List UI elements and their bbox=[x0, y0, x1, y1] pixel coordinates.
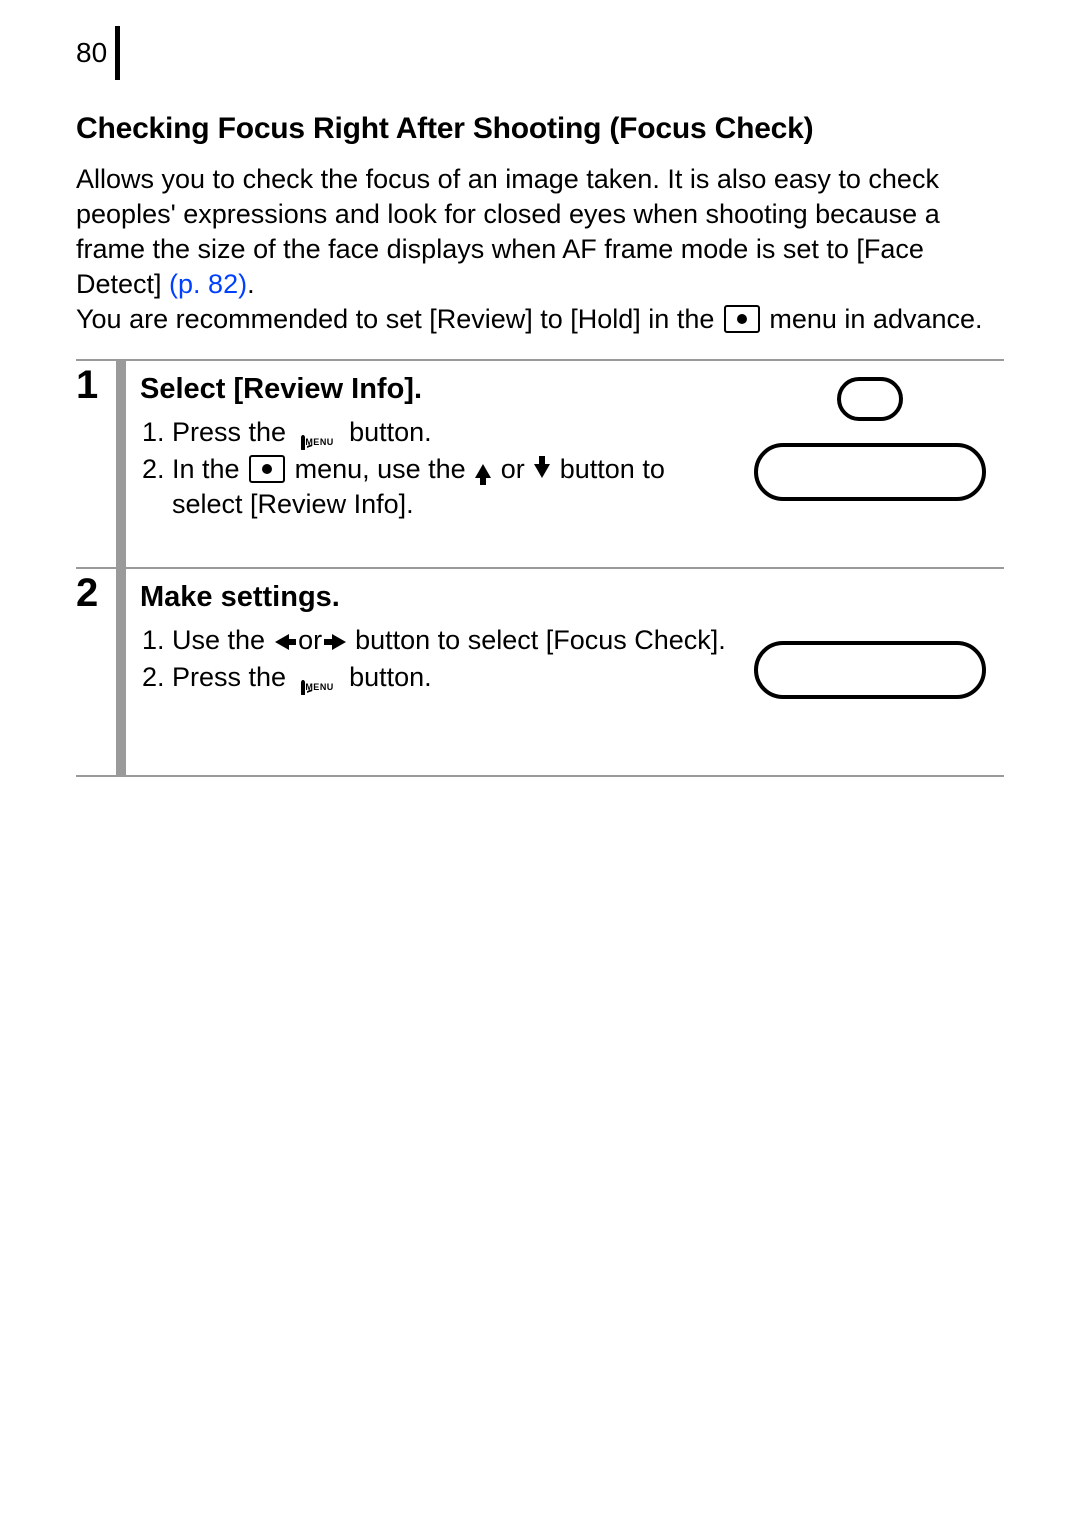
intro-paragraph: Allows you to check the focus of an imag… bbox=[76, 162, 1004, 337]
camera-menu-icon bbox=[249, 455, 285, 483]
intro-text-2b: menu in advance. bbox=[769, 304, 982, 334]
step-side-illustration bbox=[740, 579, 1000, 755]
intro-text-2a: You are recommended to set [Review] to [… bbox=[76, 304, 722, 334]
step-substep: Use the or button to select [Focus Check… bbox=[172, 623, 730, 658]
button-pill-icon bbox=[754, 443, 986, 501]
camera-menu-icon bbox=[724, 305, 760, 333]
substep-text: menu, use the bbox=[295, 454, 474, 484]
substep-text: Press the bbox=[172, 662, 294, 692]
arrow-down-icon bbox=[534, 464, 550, 478]
arrow-left-icon bbox=[275, 634, 289, 650]
substep-text: button. bbox=[349, 662, 432, 692]
page-reference-link[interactable]: (p. 82) bbox=[169, 269, 247, 299]
arrow-right-icon bbox=[332, 634, 346, 650]
step-row: 1 Select [Review Info]. Press the MENU b… bbox=[76, 361, 1004, 569]
step-row: 2 Make settings. Use the or button to se… bbox=[76, 569, 1004, 777]
step-number: 2 bbox=[76, 569, 116, 775]
step-side-illustration bbox=[740, 371, 1000, 547]
substep-text: button to select [Focus Check]. bbox=[355, 625, 726, 655]
intro-text-1b: . bbox=[247, 269, 255, 299]
step-substep: In the menu, use the or button to select… bbox=[172, 452, 730, 522]
menu-button-icon: MENU bbox=[298, 438, 338, 448]
menu-button-icon: MENU bbox=[298, 683, 338, 693]
substep-text: button. bbox=[349, 417, 432, 447]
section-heading: Checking Focus Right After Shooting (Foc… bbox=[76, 110, 1004, 148]
step-substep: Press the MENU button. bbox=[172, 660, 730, 695]
page-number-wrap: 80 bbox=[76, 26, 1004, 80]
substep-text: or bbox=[501, 454, 533, 484]
substep-text: In the bbox=[172, 454, 247, 484]
substep-text: Press the bbox=[172, 417, 294, 447]
page-number-divider bbox=[115, 26, 120, 80]
substep-text: Use the bbox=[172, 625, 273, 655]
button-shape-icon bbox=[837, 377, 903, 421]
arrow-up-icon bbox=[475, 464, 491, 478]
button-pill-icon bbox=[754, 641, 986, 699]
step-vertical-bar bbox=[116, 569, 126, 775]
page-number: 80 bbox=[76, 37, 115, 69]
step-substep: Press the MENU button. bbox=[172, 415, 730, 450]
step-number: 1 bbox=[76, 361, 116, 567]
step-title: Select [Review Info]. bbox=[140, 371, 730, 409]
step-title: Make settings. bbox=[140, 579, 730, 617]
step-vertical-bar bbox=[116, 361, 126, 567]
